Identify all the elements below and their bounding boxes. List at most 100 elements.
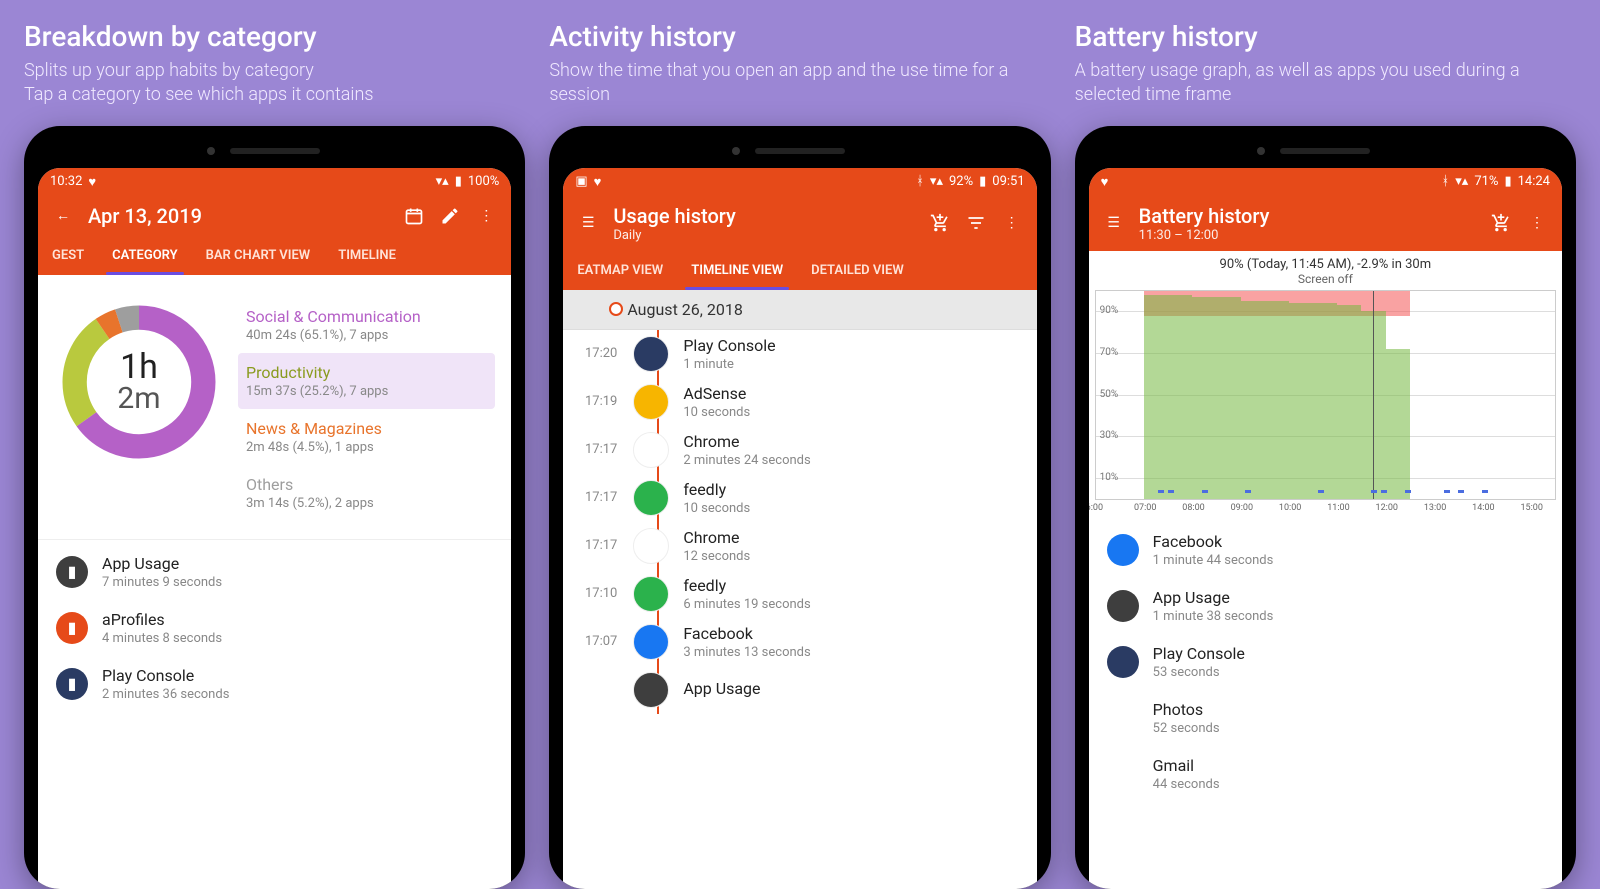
- overflow-menu-icon[interactable]: ⋮: [1526, 212, 1548, 234]
- timeline-item[interactable]: 17:17 Chrome 2 minutes 24 seconds: [563, 426, 1036, 474]
- back-arrow-icon[interactable]: ←: [52, 205, 74, 227]
- app-icon: [1107, 646, 1139, 678]
- timeline-item[interactable]: 17:07 Facebook 3 minutes 13 seconds: [563, 618, 1036, 666]
- x-tick-label: 08:00: [1182, 503, 1204, 513]
- app-bar: ☰ Usage history Daily ⋮: [563, 196, 1036, 251]
- cart-add-icon[interactable]: [929, 212, 951, 234]
- timeline-item[interactable]: 17:19 AdSense 10 seconds: [563, 378, 1036, 426]
- app-list-item[interactable]: ▮ aProfiles 4 minutes 8 seconds: [38, 600, 511, 656]
- bluetooth-icon: ᚼ: [1441, 174, 1449, 189]
- app-name: Facebook: [1153, 532, 1544, 551]
- screen-on-marker: [1158, 490, 1164, 493]
- timeline-item[interactable]: 17:20 Play Console 1 minute: [563, 330, 1036, 378]
- timeline-duration: 12 seconds: [683, 549, 750, 564]
- timeline-item[interactable]: 17:17 Chrome 12 seconds: [563, 522, 1036, 570]
- app-list-item[interactable]: Photos 52 seconds: [1089, 690, 1562, 746]
- timeline-item[interactable]: 17:10 feedly 6 minutes 19 seconds: [563, 570, 1036, 618]
- status-battery: 92%: [949, 174, 973, 189]
- overflow-menu-icon[interactable]: ⋮: [475, 205, 497, 227]
- category-meta: 15m 37s (25.2%), 7 apps: [246, 384, 487, 399]
- app-icon: [1107, 534, 1139, 566]
- battery-region: [1289, 303, 1337, 499]
- app-icon: [633, 384, 669, 420]
- cart-add-icon[interactable]: [1490, 212, 1512, 234]
- filter-icon[interactable]: [965, 212, 987, 234]
- app-list-item[interactable]: ▮ App Usage 7 minutes 9 seconds: [38, 544, 511, 600]
- hamburger-menu-icon[interactable]: ☰: [577, 212, 599, 234]
- battery-region: [1144, 295, 1192, 499]
- category-item[interactable]: Productivity 15m 37s (25.2%), 7 apps: [238, 353, 495, 409]
- wifi-icon: ▾▴: [1455, 174, 1468, 189]
- app-icon: [633, 432, 669, 468]
- tab-biggest[interactable]: GEST: [38, 236, 98, 275]
- appbar-date[interactable]: Apr 13, 2019: [88, 204, 202, 228]
- screen-on-marker: [1482, 490, 1488, 493]
- screen-on-marker: [1202, 490, 1208, 493]
- app-list-item[interactable]: Gmail 44 seconds: [1089, 746, 1562, 802]
- status-bar: ♥ ᚼ ▾▴ 71% ▮ 14:24: [1089, 168, 1562, 196]
- app-list-item[interactable]: Facebook 1 minute 44 seconds: [1089, 522, 1562, 578]
- app-name: Photos: [1153, 700, 1544, 719]
- hamburger-menu-icon[interactable]: ☰: [1103, 212, 1125, 234]
- category-name: Social & Communication: [246, 307, 487, 326]
- edit-pencil-icon[interactable]: [439, 205, 461, 227]
- category-name: News & Magazines: [246, 419, 487, 438]
- battery-chart[interactable]: 10%30%50%70%90%6:0007:0008:0009:0010:001…: [1095, 290, 1556, 500]
- overflow-menu-icon[interactable]: ⋮: [1001, 212, 1023, 234]
- category-item[interactable]: News & Magazines 2m 48s (4.5%), 1 apps: [238, 409, 495, 465]
- timeline-duration: 2 minutes 24 seconds: [683, 453, 810, 468]
- tab-detailed[interactable]: DETAILED VIEW: [797, 251, 918, 290]
- tab-heatmap[interactable]: EATMAP VIEW: [563, 251, 677, 290]
- timeline-item[interactable]: App Usage: [563, 666, 1036, 714]
- app-icon: [633, 528, 669, 564]
- panel-desc: A battery usage graph, as well as apps y…: [1075, 59, 1576, 108]
- timeline-app-name: Chrome: [683, 432, 810, 451]
- timeline-duration: 3 minutes 13 seconds: [683, 645, 810, 660]
- app-icon: [633, 480, 669, 516]
- tab-barchart[interactable]: BAR CHART VIEW: [192, 236, 325, 275]
- app-duration: 2 minutes 36 seconds: [102, 687, 493, 702]
- appbar-subtitle: 11:30 – 12:00: [1139, 228, 1270, 243]
- app-list-item[interactable]: App Usage 1 minute 38 seconds: [1089, 578, 1562, 634]
- x-tick-label: 10:00: [1279, 503, 1301, 513]
- phone-frame: ▣ ♥ ᚼ ▾▴ 92% ▮ 09:51 ☰ Usage history Dai…: [549, 126, 1050, 889]
- app-duration: 1 minute 38 seconds: [1153, 609, 1544, 624]
- status-battery: 100%: [468, 174, 499, 189]
- calendar-icon[interactable]: [403, 205, 425, 227]
- chart-caption-main: 90% (Today, 11:45 AM), -2.9% in 30m: [1097, 257, 1554, 272]
- screen-on-marker: [1444, 490, 1450, 493]
- timeline-item[interactable]: 17:17 feedly 10 seconds: [563, 474, 1036, 522]
- app-name: Play Console: [1153, 644, 1544, 663]
- timeline-date-header: August 26, 2018: [563, 290, 1036, 330]
- timeline-app-name: AdSense: [683, 384, 750, 403]
- battery-icon: ▮: [455, 174, 462, 189]
- tab-category[interactable]: CATEGORY: [98, 236, 191, 275]
- panel-desc: Show the time that you open an app and t…: [549, 59, 1050, 108]
- category-item[interactable]: Others 3m 14s (5.2%), 2 apps: [238, 465, 495, 521]
- battery-icon: ▮: [1504, 174, 1511, 189]
- app-icon: [1107, 758, 1139, 790]
- status-bar: 10:32 ♥ ▾▴ ▮ 100%: [38, 168, 511, 196]
- app-bar: ☰ Battery history 11:30 – 12:00 ⋮: [1089, 196, 1562, 251]
- appbar-subtitle: Daily: [613, 228, 736, 243]
- timeline-time: 17:17: [577, 490, 617, 505]
- wifi-icon: ▾▴: [436, 174, 449, 189]
- app-duration: 7 minutes 9 seconds: [102, 575, 493, 590]
- app-duration: 52 seconds: [1153, 721, 1544, 736]
- heart-icon: ♥: [594, 174, 602, 190]
- app-duration: 44 seconds: [1153, 777, 1544, 792]
- x-tick-label: 12:00: [1376, 503, 1398, 513]
- category-name: Others: [246, 475, 487, 494]
- app-list-item[interactable]: Play Console 53 seconds: [1089, 634, 1562, 690]
- tab-timeline[interactable]: TIMELINE VIEW: [677, 251, 797, 290]
- category-item[interactable]: Social & Communication 40m 24s (65.1%), …: [238, 297, 495, 353]
- panel-title: Battery history: [1075, 20, 1576, 53]
- phone-frame: 10:32 ♥ ▾▴ ▮ 100% ← Apr 13, 2019: [24, 126, 525, 889]
- phone-frame: ♥ ᚼ ▾▴ 71% ▮ 14:24 ☰ Battery history 11:…: [1075, 126, 1576, 889]
- tab-timeline[interactable]: TIMELINE: [324, 236, 410, 275]
- timeline-duration: 10 seconds: [683, 501, 750, 516]
- category-name: Productivity: [246, 363, 487, 382]
- donut-total-sub: 2m: [117, 381, 160, 416]
- app-list-item[interactable]: ▮ Play Console 2 minutes 36 seconds: [38, 656, 511, 712]
- status-bar: ▣ ♥ ᚼ ▾▴ 92% ▮ 09:51: [563, 168, 1036, 196]
